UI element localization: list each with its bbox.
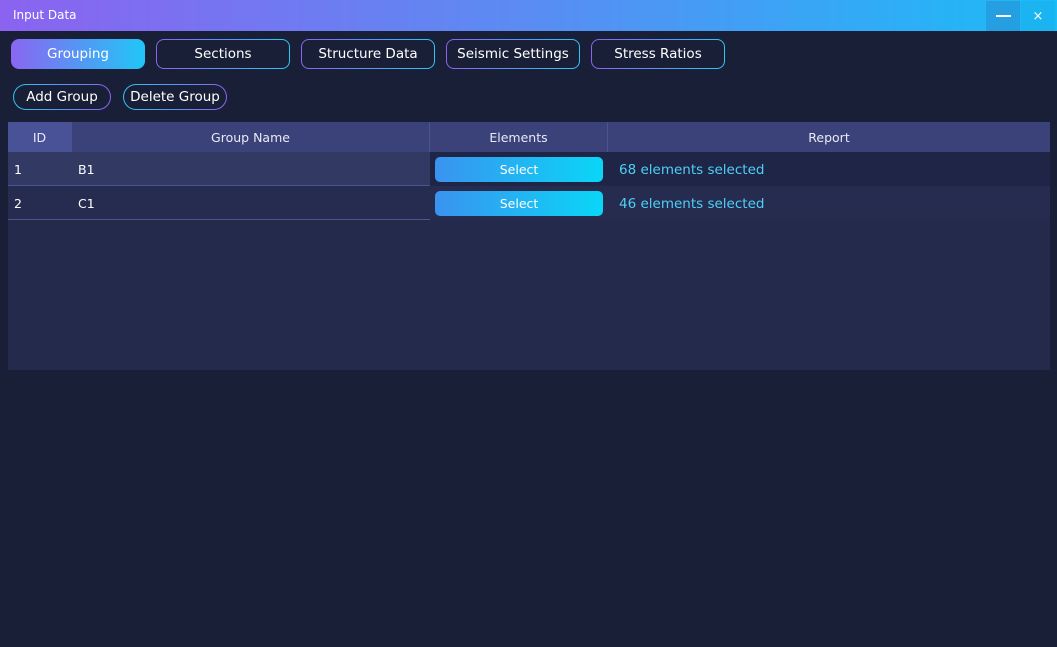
tab-sections[interactable]: Sections [156,39,290,69]
input-data-window: Input Data × Grouping Sections Structure… [0,0,1057,647]
add-group-button[interactable]: Add Group [13,84,111,110]
column-header-group-name: Group Name [72,122,430,152]
tab-stress-ratios[interactable]: Stress Ratios [591,39,725,69]
window-title: Input Data [13,8,77,22]
delete-group-button[interactable]: Delete Group [123,84,227,110]
column-header-id: ID [8,122,72,152]
row-group-name: B1 [78,162,95,177]
table-row[interactable]: 2 C1 Select 46 elements selected [8,186,1050,220]
minimize-button[interactable] [986,1,1020,31]
row-report: 68 elements selected [619,162,765,178]
group-table: ID Group Name Elements Report 1 B1 Selec… [8,122,1050,370]
minimize-icon [995,15,1011,17]
row-group-name: C1 [78,196,95,211]
row-elements-cell: Select 46 elements selected [430,186,1050,220]
title-bar[interactable]: Input Data × [0,0,1057,31]
table-header: ID Group Name Elements Report [8,122,1050,152]
close-button[interactable]: × [1021,1,1055,31]
table-row[interactable]: 1 B1 Select 68 elements selected [8,152,1050,186]
select-elements-button[interactable]: Select [435,157,603,182]
tab-grouping[interactable]: Grouping [11,39,145,69]
row-elements-cell: Select 68 elements selected [430,152,1050,186]
row-group-cell[interactable]: 2 C1 [8,186,430,220]
column-header-elements: Elements [430,122,608,152]
tab-structure-data[interactable]: Structure Data [301,39,435,69]
column-header-report: Report [808,129,850,145]
row-report: 46 elements selected [619,196,765,212]
select-elements-button[interactable]: Select [435,191,603,216]
row-id: 1 [14,162,22,177]
row-group-cell[interactable]: 1 B1 [8,152,430,186]
row-id: 2 [14,196,22,211]
close-icon: × [1032,8,1044,24]
tab-seismic-settings[interactable]: Seismic Settings [446,39,580,69]
